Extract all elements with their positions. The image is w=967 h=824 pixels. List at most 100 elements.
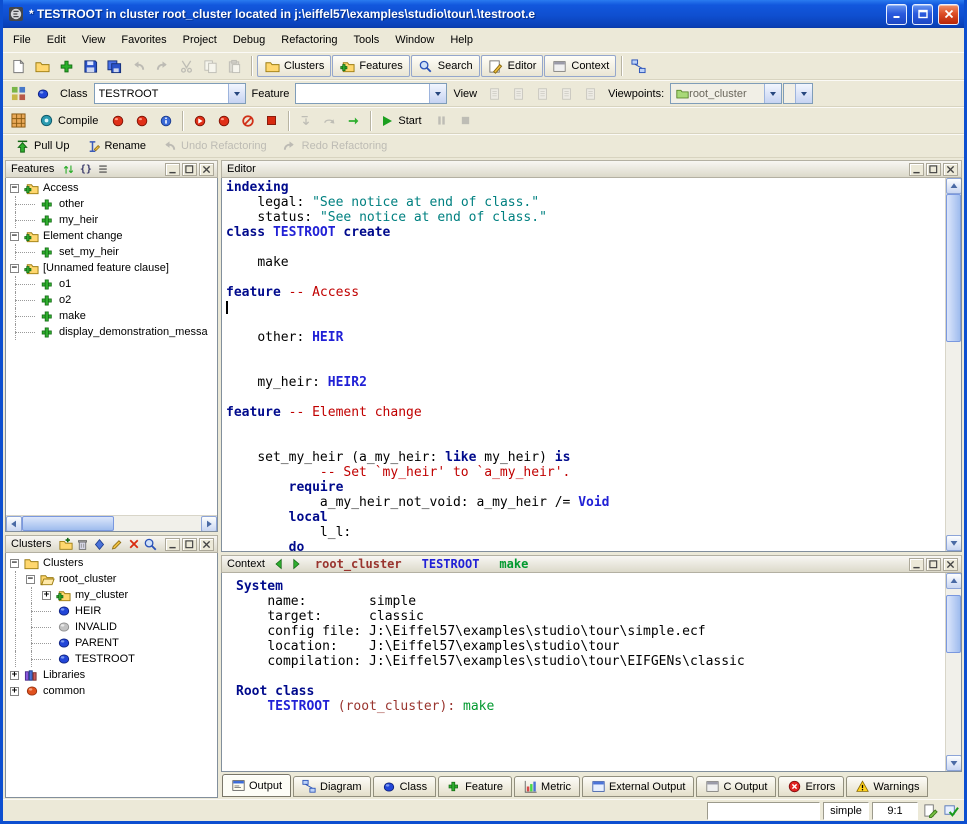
menu-refactoring[interactable]: Refactoring	[273, 30, 345, 50]
undo-refactoring-button[interactable]: Undo Refactoring	[154, 135, 274, 157]
tree-item[interactable]: +Libraries	[8, 667, 217, 683]
stop-application-icon[interactable]	[260, 109, 283, 132]
tab-diagram[interactable]: Diagram	[293, 776, 371, 797]
context-vscrollbar[interactable]	[945, 573, 961, 771]
menu-favorites[interactable]: Favorites	[113, 30, 174, 50]
maximize-button[interactable]	[912, 4, 933, 25]
menu-view[interactable]: View	[74, 30, 114, 50]
tree-item[interactable]: +my_cluster	[8, 587, 217, 603]
paste-icon[interactable]	[223, 55, 246, 78]
tree-item[interactable]: display_demonstration_messa	[8, 324, 217, 340]
editor-button[interactable]: Editor	[481, 55, 544, 77]
find-class-icon[interactable]	[142, 537, 159, 552]
scrollbar-thumb[interactable]	[946, 194, 961, 342]
properties-icon[interactable]	[91, 537, 108, 552]
tree-item[interactable]: PARENT	[8, 635, 217, 651]
menu-help[interactable]: Help	[442, 30, 481, 50]
breadcrumb-item[interactable]: TESTROOT	[422, 557, 480, 571]
tree-item[interactable]: set_my_heir	[8, 244, 217, 260]
scrollbar-thumb[interactable]	[946, 595, 961, 653]
stop-icon[interactable]	[454, 109, 477, 132]
tree-item[interactable]: TESTROOT	[8, 651, 217, 667]
diagram-tool-icon[interactable]	[627, 55, 650, 78]
delete-icon[interactable]	[125, 537, 142, 552]
scroll-up-button[interactable]	[946, 573, 962, 589]
tree-item[interactable]: my_heir	[8, 212, 217, 228]
tree-item[interactable]: o1	[8, 276, 217, 292]
clusters-close-button[interactable]	[199, 538, 214, 551]
clusters-minimize-button[interactable]	[165, 538, 180, 551]
features-close-button[interactable]	[199, 163, 214, 176]
context-maximize-button[interactable]	[926, 558, 941, 571]
tab-warnings[interactable]: Warnings	[846, 776, 928, 797]
view-flat-icon[interactable]	[531, 82, 554, 105]
cut-icon[interactable]	[175, 55, 198, 78]
expand-toggle[interactable]: +	[10, 687, 19, 696]
tab-c-output[interactable]: C Output	[696, 776, 776, 797]
menu-project[interactable]: Project	[175, 30, 225, 50]
flat-list-icon[interactable]	[94, 162, 111, 177]
breadcrumb-item[interactable]: root_cluster	[315, 557, 402, 571]
feature-combo[interactable]	[295, 83, 447, 104]
pause-icon[interactable]	[430, 109, 453, 132]
collapse-toggle[interactable]: −	[26, 575, 35, 584]
start-button[interactable]: Start	[376, 110, 428, 132]
editor-close-button[interactable]	[943, 163, 958, 176]
features-hscrollbar[interactable]	[6, 515, 217, 531]
features-minimize-button[interactable]	[165, 163, 180, 176]
feature-combo-arrow[interactable]	[429, 84, 446, 103]
context-code[interactable]: System name: simple target: classic conf…	[222, 573, 945, 771]
tree-item[interactable]: o2	[8, 292, 217, 308]
viewpoint-extra-combo-arrow[interactable]	[795, 84, 812, 103]
menu-edit[interactable]: Edit	[39, 30, 74, 50]
scroll-left-button[interactable]	[6, 516, 22, 532]
scroll-up-button[interactable]	[946, 178, 962, 194]
collapse-toggle[interactable]: −	[10, 184, 19, 193]
tree-item[interactable]: −Clusters	[8, 555, 217, 571]
class-combo-arrow[interactable]	[228, 84, 245, 103]
collapse-toggle[interactable]: −	[10, 264, 19, 273]
tree-item[interactable]: other	[8, 196, 217, 212]
tree-item[interactable]: −root_cluster	[8, 571, 217, 587]
expand-toggle[interactable]: +	[42, 591, 51, 600]
compile-button[interactable]: Compile	[31, 110, 105, 132]
scroll-down-button[interactable]	[946, 755, 962, 771]
view-clickable-icon[interactable]	[507, 82, 530, 105]
menu-tools[interactable]: Tools	[346, 30, 388, 50]
project-toolbar-icon[interactable]	[7, 109, 30, 132]
class-combo[interactable]: TESTROOT	[94, 83, 246, 104]
tab-errors[interactable]: Errors	[778, 776, 844, 797]
step-over-icon[interactable]	[318, 109, 341, 132]
context-minimize-button[interactable]	[909, 558, 924, 571]
redo-refactoring-button[interactable]: Redo Refactoring	[275, 135, 395, 157]
pull-up-button[interactable]: Pull Up	[7, 135, 76, 157]
view-interface-icon[interactable]	[579, 82, 602, 105]
sort-features-icon[interactable]	[60, 162, 77, 177]
tree-item[interactable]: INVALID	[8, 619, 217, 635]
viewpoint-extra-combo[interactable]	[783, 83, 813, 104]
viewpoints-combo[interactable]: root_cluster	[670, 83, 782, 104]
edit-item-icon[interactable]	[108, 537, 125, 552]
open-icon[interactable]	[31, 55, 54, 78]
menu-file[interactable]: File	[5, 30, 39, 50]
signature-icon[interactable]: {}	[77, 162, 94, 177]
add-icon[interactable]	[55, 55, 78, 78]
editor-vscrollbar[interactable]	[945, 178, 961, 551]
view-basic-icon[interactable]	[483, 82, 506, 105]
clusters-maximize-button[interactable]	[182, 538, 197, 551]
tree-item[interactable]: −Element change	[8, 228, 217, 244]
ignore-breakpoints-icon[interactable]	[236, 109, 259, 132]
copy-icon[interactable]	[199, 55, 222, 78]
tree-item[interactable]: −[Unnamed feature clause]	[8, 260, 217, 276]
context-button[interactable]: Context	[544, 55, 616, 77]
clusters-button[interactable]: Clusters	[257, 55, 331, 77]
address-toolbar-icon[interactable]	[7, 82, 30, 105]
tab-metric[interactable]: Metric	[514, 776, 580, 797]
viewpoints-combo-arrow[interactable]	[764, 84, 781, 103]
debug-run-icon[interactable]	[188, 109, 211, 132]
features-button[interactable]: Features	[332, 55, 409, 77]
melt-icon[interactable]	[106, 109, 129, 132]
editor-maximize-button[interactable]	[926, 163, 941, 176]
scrollbar-thumb[interactable]	[22, 516, 114, 531]
search-button[interactable]: Search	[411, 55, 480, 77]
